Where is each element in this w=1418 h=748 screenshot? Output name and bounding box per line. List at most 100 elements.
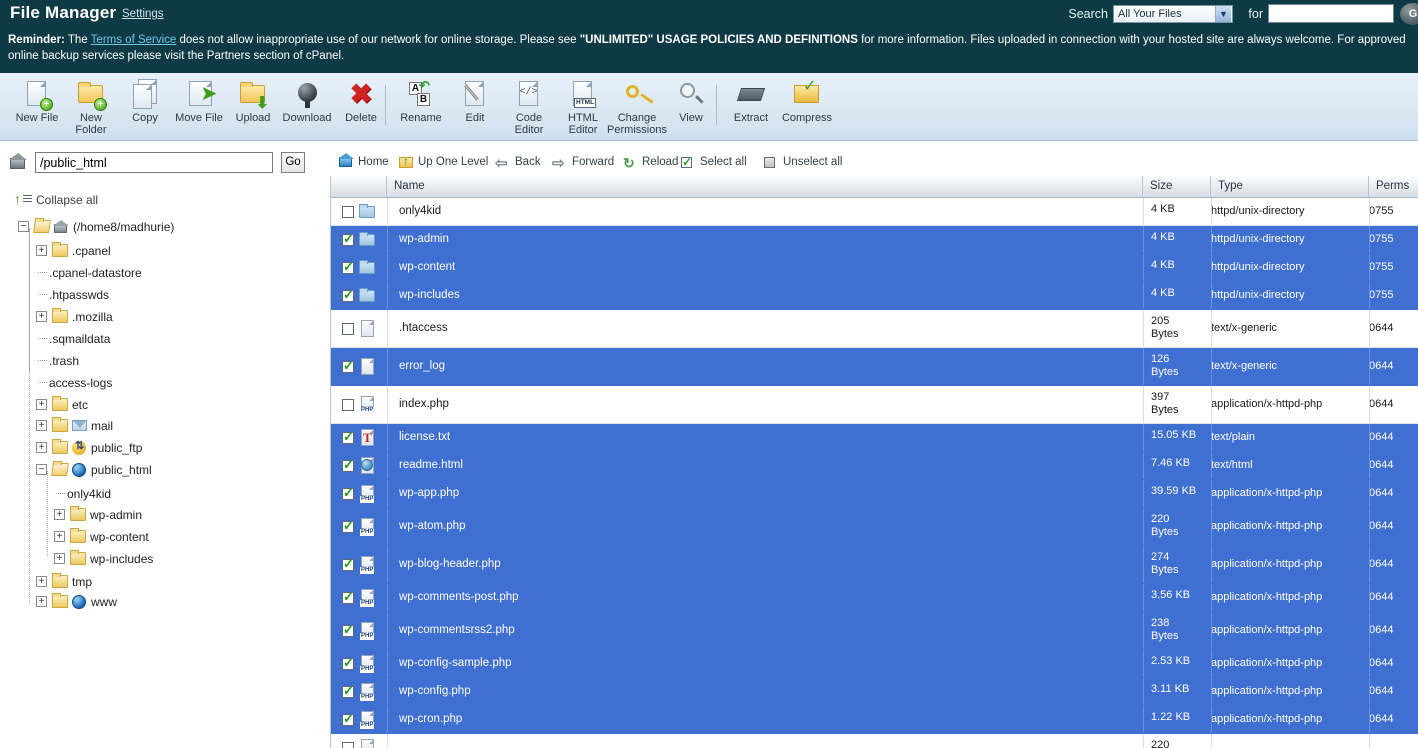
- file-name[interactable]: wp-comments-post.php: [399, 591, 519, 603]
- row-checkbox[interactable]: [342, 429, 354, 445]
- row-checkbox[interactable]: [342, 398, 354, 411]
- toolbar-move-file-button[interactable]: ➤ Move File: [168, 79, 230, 124]
- path-input[interactable]: [35, 152, 273, 173]
- file-name[interactable]: wp-atom.php: [399, 520, 465, 532]
- row-checkbox[interactable]: [342, 711, 354, 727]
- file-name[interactable]: wp-config.php: [399, 685, 471, 697]
- toolbar-delete-button[interactable]: ✖ Delete: [330, 79, 392, 125]
- table-row[interactable]: PHP 220: [331, 734, 1418, 748]
- expand-icon[interactable]: +: [36, 576, 47, 587]
- row-checkbox[interactable]: [342, 457, 354, 473]
- toolbar-rename-button[interactable]: A B ↶ Rename: [390, 79, 452, 124]
- table-row[interactable]: wp-includes 4 KB httpd/unix-directory 0755: [331, 282, 1418, 310]
- row-checkbox[interactable]: [342, 741, 354, 748]
- table-row[interactable]: PHP wp-comments-post.php 3.56 KB applicatio…: [331, 584, 1418, 612]
- nav-reload-button[interactable]: ↻ Reload: [622, 153, 678, 171]
- search-go-button[interactable]: G: [1400, 3, 1418, 25]
- toolbar-new-file-button[interactable]: + New File: [6, 79, 68, 124]
- expand-icon[interactable]: +: [54, 553, 65, 564]
- expand-icon[interactable]: +: [36, 442, 47, 453]
- file-name[interactable]: wp-content: [399, 261, 455, 273]
- file-name[interactable]: wp-app.php: [399, 487, 459, 499]
- table-row[interactable]: wp-admin 4 KB httpd/unix-directory 0755: [331, 226, 1418, 254]
- row-checkbox[interactable]: [342, 259, 354, 275]
- column-header-name[interactable]: Name: [387, 176, 1143, 197]
- table-row[interactable]: error_log 126 Bytes text/x-generic 0644: [331, 348, 1418, 386]
- collapse-all-button[interactable]: ↑ Collapse all: [14, 191, 98, 207]
- row-checkbox[interactable]: [342, 358, 354, 374]
- table-row[interactable]: PHP wp-config-sample.php 2.53 KB applicatio…: [331, 650, 1418, 678]
- file-name[interactable]: error_log: [399, 360, 445, 372]
- search-input[interactable]: [1268, 4, 1394, 23]
- toolbar-view-button[interactable]: View: [660, 79, 722, 124]
- row-checkbox[interactable]: [342, 205, 354, 218]
- table-row[interactable]: PHP wp-cron.php 1.22 KB application/x-httpd…: [331, 706, 1418, 734]
- file-name[interactable]: wp-admin: [399, 233, 449, 245]
- settings-link[interactable]: Settings: [122, 8, 164, 20]
- table-row[interactable]: PHP index.php 397 Bytes application/x-httpd…: [331, 386, 1418, 424]
- table-row[interactable]: readme.html 7.46 KB text/html 0644: [331, 452, 1418, 480]
- nav-home-button[interactable]: Home: [338, 153, 389, 171]
- column-header-size[interactable]: Size: [1143, 176, 1211, 197]
- table-row[interactable]: PHP wp-commentsrss2.php 238 Bytes applicati…: [331, 612, 1418, 650]
- toolbar-copy-button[interactable]: Copy: [114, 79, 176, 124]
- expand-icon[interactable]: +: [36, 399, 47, 410]
- expand-icon[interactable]: +: [36, 311, 47, 322]
- toolbar-edit-button[interactable]: Edit: [444, 79, 506, 124]
- expand-icon[interactable]: +: [36, 596, 47, 607]
- expand-icon[interactable]: +: [36, 245, 47, 256]
- nav-select-all-button[interactable]: Select all: [680, 153, 747, 171]
- row-checkbox[interactable]: [342, 231, 354, 247]
- column-header-type[interactable]: Type: [1211, 176, 1369, 197]
- toolbar-change-permissions-button[interactable]: Change Permissions: [606, 79, 668, 136]
- collapse-icon[interactable]: −: [18, 221, 29, 232]
- expand-icon[interactable]: +: [54, 531, 65, 542]
- file-name[interactable]: .htaccess: [399, 322, 448, 334]
- toolbar-compress-button[interactable]: ✓ Compress: [776, 79, 838, 125]
- nav-unselect-all-button[interactable]: Unselect all: [763, 153, 842, 171]
- path-go-button[interactable]: Go: [281, 152, 305, 173]
- expand-icon[interactable]: +: [36, 420, 47, 431]
- row-checkbox[interactable]: [342, 556, 354, 572]
- table-row[interactable]: wp-content 4 KB httpd/unix-directory 0755: [331, 254, 1418, 282]
- row-checkbox[interactable]: [342, 589, 354, 605]
- row-checkbox[interactable]: [342, 322, 354, 335]
- column-header-perms[interactable]: Perms: [1369, 176, 1418, 197]
- table-row[interactable]: Tlicense.txt 15.05 KB text/plain 0644: [331, 424, 1418, 452]
- toolbar-new-folder-button[interactable]: + New Folder: [60, 79, 122, 136]
- table-row[interactable]: PHP wp-atom.php 220 Bytes application/x-htt…: [331, 508, 1418, 546]
- file-name[interactable]: index.php: [399, 398, 449, 410]
- table-row[interactable]: .htaccess 205 Bytes text/x-generic 0644: [331, 310, 1418, 348]
- expand-icon[interactable]: +: [54, 509, 65, 520]
- terms-of-service-link[interactable]: Terms of Service: [91, 34, 177, 46]
- file-name[interactable]: wp-commentsrss2.php: [399, 624, 515, 636]
- file-name[interactable]: readme.html: [399, 459, 463, 471]
- row-checkbox[interactable]: [342, 287, 354, 303]
- row-checkbox[interactable]: [342, 655, 354, 671]
- row-checkbox[interactable]: [342, 518, 354, 534]
- row-checkbox[interactable]: [342, 622, 354, 638]
- table-row[interactable]: PHP wp-config.php 3.11 KB application/x-htt…: [331, 678, 1418, 706]
- nav-back-button[interactable]: ⇦ Back: [495, 153, 541, 171]
- collapse-icon[interactable]: −: [36, 464, 47, 475]
- nav-up-one-level-button[interactable]: Up One Level: [398, 153, 488, 171]
- table-row[interactable]: PHP wp-blog-header.php 274 Bytes applicatio…: [331, 546, 1418, 584]
- file-name[interactable]: wp-config-sample.php: [399, 657, 512, 669]
- file-name[interactable]: wp-blog-header.php: [399, 558, 501, 570]
- toolbar-extract-button[interactable]: Extract: [720, 79, 782, 124]
- table-row[interactable]: PHP wp-app.php 39.59 KB application/x-httpd…: [331, 480, 1418, 508]
- toolbar-upload-button[interactable]: ⬇ Upload: [222, 79, 284, 124]
- file-name[interactable]: only4kid: [399, 205, 441, 217]
- toolbar-html-editor-button[interactable]: HTML HTML Editor: [552, 79, 614, 136]
- row-checkbox[interactable]: [342, 683, 354, 699]
- file-name[interactable]: wp-includes: [399, 289, 460, 301]
- row-checkbox[interactable]: [342, 485, 354, 501]
- search-scope-select[interactable]: All Your Files ▼: [1113, 5, 1233, 23]
- toolbar-code-editor-button[interactable]: </> Code Editor: [498, 79, 560, 136]
- file-name[interactable]: wp-cron.php: [399, 713, 462, 725]
- nav-forward-button[interactable]: ⇨ Forward: [552, 153, 614, 171]
- column-header-select[interactable]: [331, 176, 387, 197]
- table-row[interactable]: only4kid 4 KB httpd/unix-directory 0755: [331, 198, 1418, 226]
- file-name[interactable]: license.txt: [399, 431, 450, 443]
- toolbar-download-button[interactable]: Download: [276, 79, 338, 124]
